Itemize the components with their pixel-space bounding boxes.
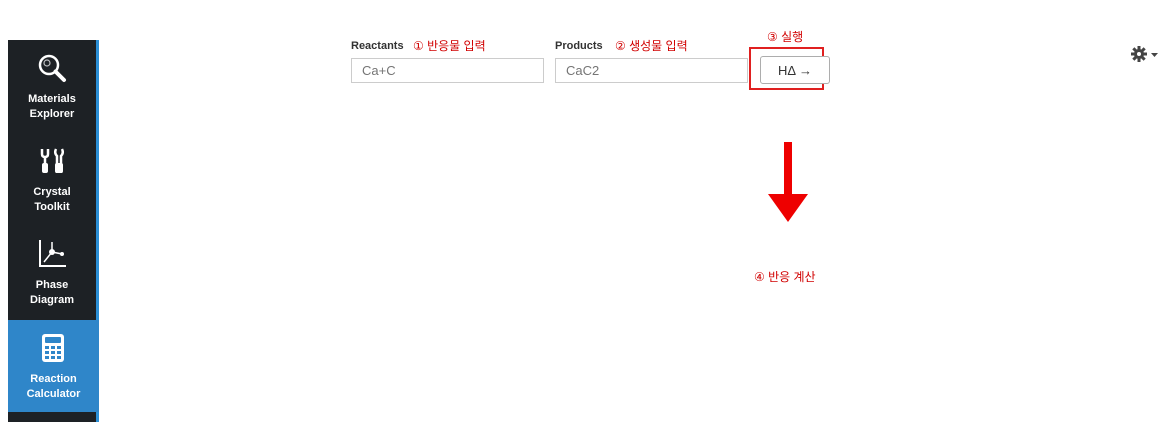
- products-annotation: ② 생성물 입력: [615, 39, 688, 53]
- run-annotation: ③ 실행: [767, 30, 804, 44]
- calculator-icon: [42, 334, 64, 362]
- reactants-label: Reactants: [351, 40, 404, 52]
- products-label: Products: [555, 40, 603, 52]
- sidebar-footer: [8, 412, 96, 422]
- gear-icon[interactable]: [1131, 45, 1159, 63]
- sidebar-item-reaction-calculator[interactable]: Reaction Calculator: [8, 320, 99, 412]
- reactants-input[interactable]: [351, 58, 544, 83]
- arrow-down-icon: [768, 142, 808, 222]
- magnifier-icon: [38, 54, 66, 82]
- calculate-reaction-button[interactable]: HΔ →: [760, 56, 830, 84]
- reactants-annotation: ① 반응물 입력: [413, 39, 486, 53]
- sidebar-item-phase-diagram[interactable]: Phase Diagram: [8, 226, 96, 318]
- sidebar-item-label: Crystal Toolkit: [33, 186, 71, 213]
- sidebar-item-crystal-toolkit[interactable]: Crystal Toolkit: [8, 133, 96, 225]
- sidebar: Materials Explorer Crystal Toolkit Phase…: [8, 40, 99, 422]
- sidebar-item-materials-explorer[interactable]: Materials Explorer: [8, 40, 96, 132]
- result-annotation: ④ 반응 계산: [754, 270, 816, 284]
- sidebar-item-label: Phase Diagram: [29, 279, 75, 306]
- sidebar-item-label: Materials Explorer: [28, 93, 76, 120]
- phase-diagram-icon: [39, 240, 66, 267]
- sidebar-item-label: Reaction Calculator: [26, 373, 81, 400]
- tools-icon: [40, 148, 65, 173]
- products-input[interactable]: [555, 58, 748, 83]
